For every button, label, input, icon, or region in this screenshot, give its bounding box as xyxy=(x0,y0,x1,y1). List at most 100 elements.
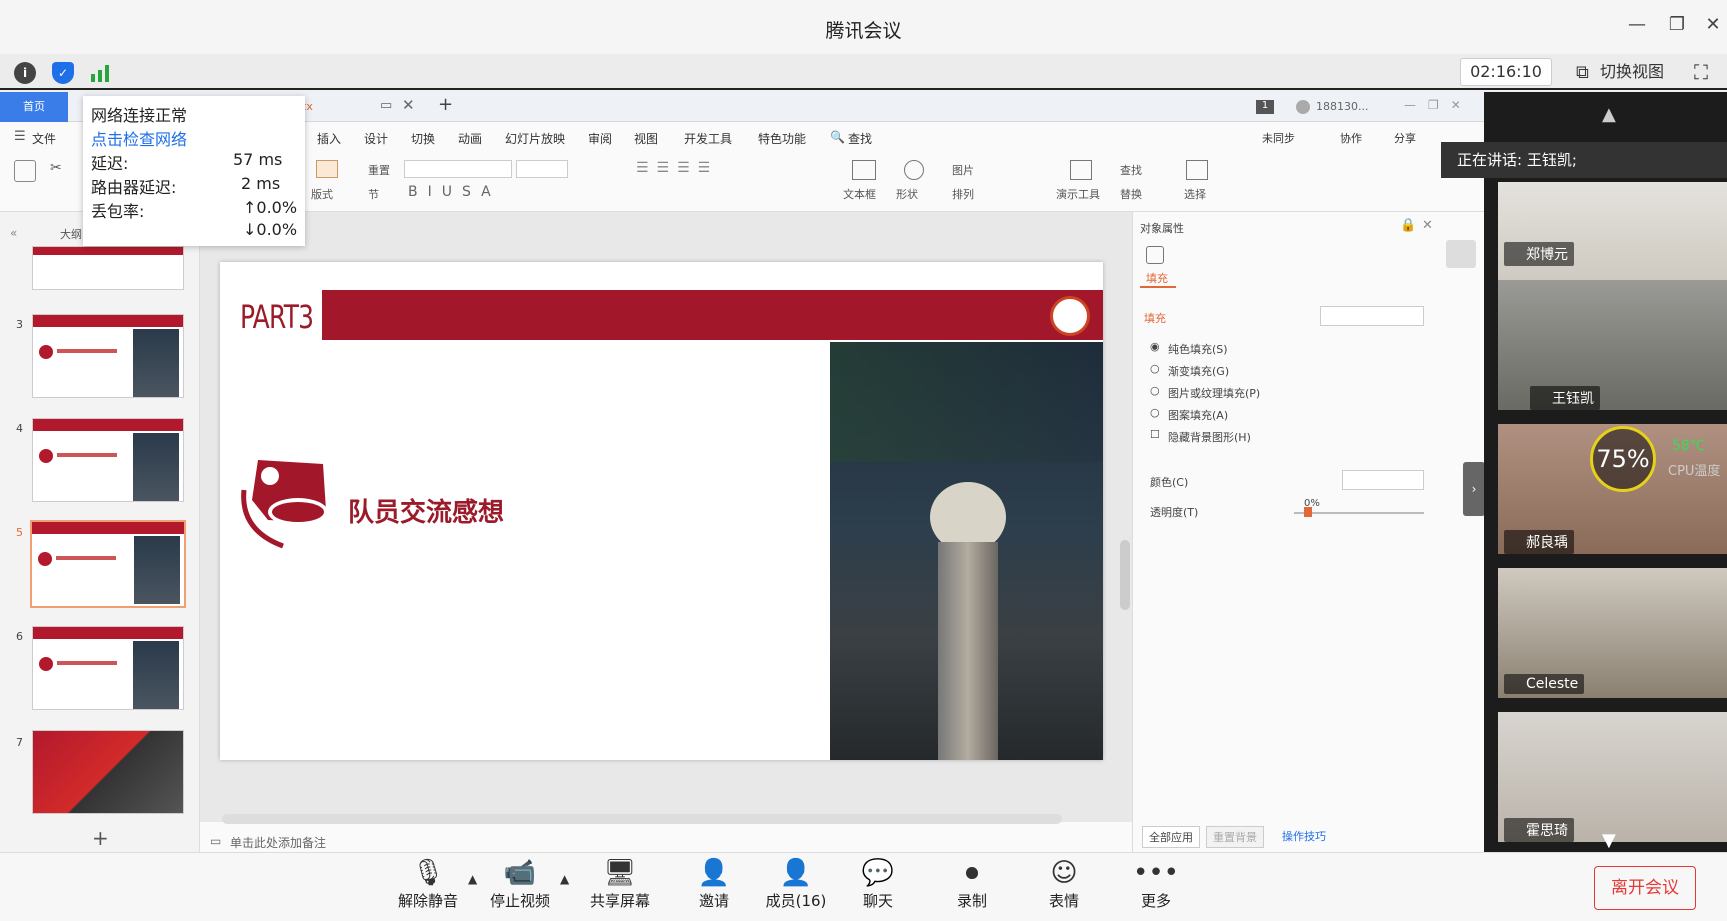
tab-home[interactable]: 首页 xyxy=(0,92,68,122)
fullscreen-icon[interactable]: ⛶ xyxy=(1694,60,1708,84)
solid-fill-label[interactable]: 纯色填充(S) xyxy=(1168,341,1228,357)
find-button[interactable]: 查找 xyxy=(1120,162,1142,178)
textbox-icon[interactable] xyxy=(852,160,876,180)
user-id[interactable]: 188130... xyxy=(1316,100,1368,113)
radio-picture-fill[interactable]: ○ xyxy=(1150,384,1160,397)
replace-button[interactable]: 替换 xyxy=(1120,186,1142,202)
radio-gradient-fill[interactable]: ○ xyxy=(1150,362,1160,375)
check-network-link[interactable]: 点击检查网络 xyxy=(91,126,187,150)
shape-icon[interactable] xyxy=(904,160,924,180)
menu-review[interactable]: 审阅 xyxy=(588,130,612,147)
members-button[interactable]: 👤 成员(16) xyxy=(756,856,836,911)
pattern-fill-label[interactable]: 图案填充(A) xyxy=(1168,407,1228,423)
menu-animation[interactable]: 动画 xyxy=(458,130,482,147)
current-slide[interactable]: PART3 队员交流感想 xyxy=(220,262,1103,760)
layout-icon[interactable] xyxy=(316,160,338,178)
menu-transition[interactable]: 切换 xyxy=(411,130,435,147)
new-tab-button[interactable]: + xyxy=(438,94,453,115)
slide-thumbnail[interactable] xyxy=(32,418,184,502)
fill-bucket-icon[interactable] xyxy=(1146,246,1164,264)
menu-insert[interactable]: 插入 xyxy=(317,130,341,147)
avatar[interactable] xyxy=(1296,100,1310,114)
present-tools-button[interactable]: 演示工具 xyxy=(1056,186,1100,202)
reset-bg-button[interactable]: 重置背景 xyxy=(1206,826,1264,848)
audio-options-icon[interactable]: ▲ xyxy=(468,872,477,886)
slide-thumbnail[interactable] xyxy=(32,314,184,398)
scroll-down-icon[interactable]: ▼ xyxy=(1602,830,1616,851)
tab-close-icon[interactable]: ✕ xyxy=(402,96,415,114)
cut-icon[interactable]: ✂ xyxy=(50,160,62,176)
menu-view[interactable]: 视图 xyxy=(634,130,658,147)
textbox-button[interactable]: 文本框 xyxy=(843,186,876,202)
tab-pin-icon[interactable]: ▭ xyxy=(380,98,392,113)
unmute-button[interactable]: 🎙 解除静音 xyxy=(388,856,468,911)
props-side-icon[interactable] xyxy=(1446,240,1476,268)
paragraph-icons[interactable]: ☰☰☰☰ xyxy=(636,160,718,176)
fill-section[interactable]: 填充 xyxy=(1144,310,1166,326)
sync-status[interactable]: 未同步 xyxy=(1262,130,1295,146)
layout-button[interactable]: 版式 xyxy=(311,186,333,202)
record-button[interactable]: ⏺ 录制 xyxy=(932,856,1012,911)
menu-developer[interactable]: 开发工具 xyxy=(684,130,732,147)
menu-icon[interactable]: ☰ xyxy=(14,129,26,144)
section-button[interactable]: 节 xyxy=(368,186,379,202)
arrange-button[interactable]: 排列 xyxy=(952,186,974,202)
props-close-icon[interactable]: ✕ xyxy=(1422,218,1433,233)
hide-bg-label[interactable]: 隐藏背景图形(H) xyxy=(1168,429,1251,445)
notes-placeholder[interactable]: 单击此处添加备注 xyxy=(230,834,326,851)
share-button[interactable]: 分享 xyxy=(1394,130,1416,146)
close-icon[interactable]: ✕ xyxy=(1700,14,1726,35)
add-slide-button[interactable]: + xyxy=(92,826,109,850)
signal-icon[interactable] xyxy=(90,64,112,82)
font-size-select[interactable] xyxy=(516,160,568,178)
font-format-icons[interactable]: BIUSA xyxy=(408,184,501,200)
share-screen-button[interactable]: 🖥 共享屏幕 xyxy=(580,856,660,911)
radio-solid-fill[interactable]: ◉ xyxy=(1150,340,1160,353)
menu-find[interactable]: 查找 xyxy=(848,130,872,147)
lock-icon[interactable]: 🔒 xyxy=(1400,218,1416,233)
leave-meeting-button[interactable]: 离开会议 xyxy=(1594,866,1696,910)
restore-icon[interactable]: ❐ xyxy=(1664,14,1690,35)
expand-panel-button[interactable]: › xyxy=(1463,462,1485,516)
slide-thumbnail-selected[interactable] xyxy=(30,520,186,608)
slide-thumbnail[interactable] xyxy=(32,730,184,814)
shape-button[interactable]: 形状 xyxy=(896,186,918,202)
gradient-fill-label[interactable]: 渐变填充(G) xyxy=(1168,363,1229,379)
search-icon[interactable]: 🔍 xyxy=(830,130,845,144)
transparency-slider[interactable] xyxy=(1294,512,1424,514)
picture-fill-label[interactable]: 图片或纹理填充(P) xyxy=(1168,385,1260,401)
info-icon[interactable]: i xyxy=(14,62,36,84)
collab-button[interactable]: 协作 xyxy=(1340,130,1362,146)
fill-dropdown[interactable] xyxy=(1320,306,1424,326)
fill-tab[interactable]: 填充 xyxy=(1146,270,1168,286)
select-button[interactable]: 选择 xyxy=(1184,186,1206,202)
switch-view-button[interactable]: 切换视图 xyxy=(1600,58,1664,86)
slide-thumbnail[interactable] xyxy=(32,246,184,290)
stop-video-button[interactable]: 📹 停止视频 xyxy=(480,856,560,911)
color-picker[interactable] xyxy=(1342,470,1424,490)
font-name-select[interactable] xyxy=(404,160,512,178)
props-header[interactable]: 对象属性 xyxy=(1140,220,1184,236)
chat-button[interactable]: 💬 聊天 xyxy=(838,856,918,911)
tips-link[interactable]: 操作技巧 xyxy=(1282,828,1326,844)
transparency-slider-thumb[interactable] xyxy=(1304,507,1312,517)
wps-min-icon[interactable]: — ❐ ✕ xyxy=(1404,96,1461,113)
menu-design[interactable]: 设计 xyxy=(364,130,388,147)
paste-icon[interactable] xyxy=(14,160,36,182)
radio-pattern-fill[interactable]: ○ xyxy=(1150,406,1160,419)
invite-button[interactable]: 👤 邀请 xyxy=(674,856,754,911)
shield-icon[interactable]: ✓ xyxy=(52,62,74,84)
menu-features[interactable]: 特色功能 xyxy=(758,130,806,147)
video-options-icon[interactable]: ▲ xyxy=(560,872,569,886)
hide-bg-checkbox[interactable]: ☐ xyxy=(1150,428,1160,441)
outline-tab[interactable]: 大纲 xyxy=(60,226,82,242)
reactions-button[interactable]: ☺ 表情 xyxy=(1024,856,1104,911)
more-button[interactable]: ••• 更多 xyxy=(1116,856,1196,911)
present-tools-icon[interactable] xyxy=(1070,160,1092,180)
reset-button[interactable]: 重置 xyxy=(368,162,390,178)
menu-slideshow[interactable]: 幻灯片放映 xyxy=(505,130,565,147)
menu-file[interactable]: 文件 xyxy=(32,130,56,147)
picture-button[interactable]: 图片 xyxy=(952,162,974,178)
scroll-up-icon[interactable]: ▲ xyxy=(1602,104,1616,125)
apply-all-button[interactable]: 全部应用 xyxy=(1142,826,1200,848)
